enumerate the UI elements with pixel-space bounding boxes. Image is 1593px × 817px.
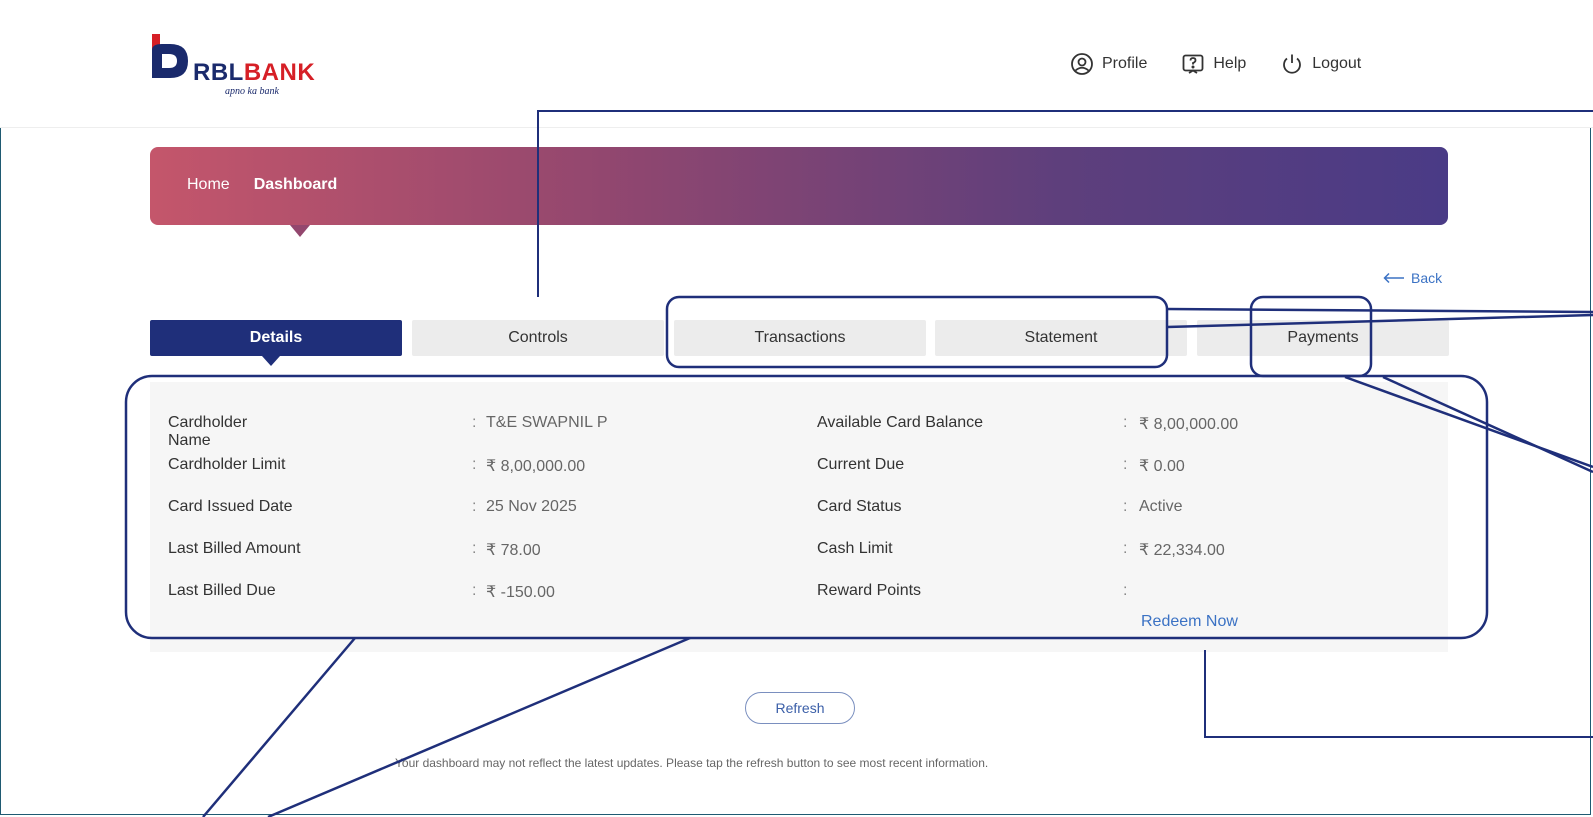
help-label: Help [1213, 55, 1247, 72]
logo-mark-icon [152, 34, 188, 78]
detail-colon: : [472, 456, 477, 473]
detail-colon: : [1123, 582, 1128, 599]
help-icon [1182, 54, 1204, 74]
detail-value: ₹ 0.00 [1139, 458, 1185, 475]
tab-controls[interactable]: Controls [412, 320, 664, 356]
detail-value: ₹ -150.00 [486, 584, 555, 601]
detail-value: ₹ 8,00,000.00 [1139, 416, 1239, 433]
profile-link[interactable]: Profile [1070, 52, 1147, 76]
tab-statement[interactable]: Statement [935, 320, 1187, 356]
detail-label: Reward Points [817, 582, 922, 599]
breadcrumb-home[interactable]: Home [187, 176, 230, 194]
detail-label: Cash Limit [817, 540, 893, 557]
detail-label: Cardholder Name [168, 414, 248, 449]
detail-colon: : [1123, 498, 1128, 515]
logo-rbl: RBL [193, 59, 244, 86]
logout-label: Logout [1312, 55, 1362, 72]
logo-bank: BANK [243, 59, 316, 86]
detail-colon: : [472, 414, 477, 431]
refresh-note: Your dashboard may not reflect the lates… [395, 756, 989, 770]
detail-colon: : [472, 540, 477, 557]
detail-label: Last Billed Due [168, 582, 276, 599]
page-banner: Home Dashboard [150, 147, 1448, 225]
logo-wordmark: RBLBANK [193, 59, 315, 87]
detail-colon: : [472, 582, 477, 599]
detail-value: ₹ 78.00 [486, 542, 541, 559]
breadcrumb: Home Dashboard [187, 176, 337, 194]
breadcrumb-dashboard[interactable]: Dashboard [254, 176, 338, 194]
tab-payments[interactable]: Payments [1197, 320, 1449, 356]
detail-value: Active [1139, 498, 1183, 515]
detail-colon: : [1123, 456, 1128, 473]
detail-label: Available Card Balance [817, 414, 984, 431]
profile-icon [1071, 53, 1093, 75]
logo-tagline: apno ka bank [225, 86, 279, 97]
help-link[interactable]: Help [1181, 52, 1246, 76]
power-icon [1283, 54, 1302, 74]
top-nav: Profile Help Logout [1070, 50, 1361, 78]
back-label: Back [1411, 270, 1443, 286]
logout-link[interactable]: Logout [1280, 52, 1361, 76]
detail-value: 25 Nov 2025 [486, 498, 577, 515]
detail-label: Current Due [817, 456, 905, 473]
detail-value: ₹ 22,334.00 [1139, 542, 1225, 559]
card-details-panel [150, 382, 1448, 652]
rbl-bank-logo[interactable]: RBLBANK apno ka bank [148, 30, 338, 100]
tab-transactions[interactable]: Transactions [674, 320, 926, 356]
detail-value: ₹ 8,00,000.00 [486, 458, 586, 475]
active-tab-pointer [262, 356, 280, 366]
detail-label: Card Status [817, 498, 902, 515]
refresh-button[interactable]: Refresh [745, 692, 855, 724]
profile-label: Profile [1102, 55, 1148, 72]
banner-pointer [290, 225, 310, 237]
detail-colon: : [472, 498, 477, 515]
detail-colon: : [1123, 414, 1128, 431]
detail-label: Last Billed Amount [168, 540, 301, 557]
detail-label: Cardholder Limit [168, 456, 286, 473]
detail-colon: : [1123, 540, 1128, 557]
header: RBLBANK apno ka bank Profile Help Logout [0, 0, 1593, 128]
back-link[interactable]: Back [1383, 270, 1442, 286]
arrow-left-icon [1383, 272, 1404, 284]
detail-value: T&E SWAPNIL P [486, 414, 608, 431]
redeem-now-link[interactable]: Redeem Now [1141, 613, 1238, 631]
tab-details[interactable]: Details [150, 320, 402, 356]
detail-label: Card Issued Date [168, 498, 293, 515]
